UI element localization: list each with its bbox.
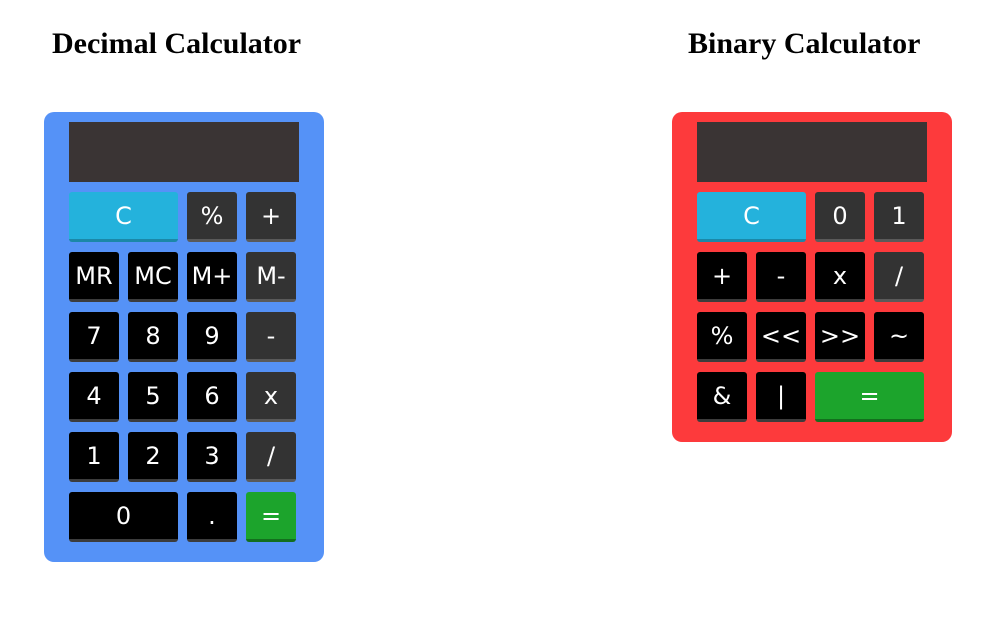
binary-equals-button[interactable]: = <box>815 372 924 422</box>
decimal-point-button[interactable]: . <box>187 492 237 542</box>
decimal-digit-5-button[interactable]: 5 <box>128 372 178 422</box>
decimal-equals-button[interactable]: = <box>246 492 296 542</box>
binary-modulo-button[interactable]: % <box>697 312 747 362</box>
binary-digit-0-button[interactable]: 0 <box>815 192 865 242</box>
bitwise-or-button[interactable]: | <box>756 372 806 422</box>
memory-clear-button[interactable]: MC <box>128 252 178 302</box>
decimal-digit-6-button[interactable]: 6 <box>187 372 237 422</box>
decimal-keypad: C % + MR MC M+ M- 7 8 9 - 4 5 6 x 1 2 3 … <box>69 192 299 552</box>
bitwise-not-button[interactable]: ~ <box>874 312 924 362</box>
binary-calculator-title: Binary Calculator <box>688 27 921 60</box>
decimal-digit-7-button[interactable]: 7 <box>69 312 119 362</box>
decimal-calculator-title: Decimal Calculator <box>52 27 302 60</box>
decimal-digit-4-button[interactable]: 4 <box>69 372 119 422</box>
decimal-percent-button[interactable]: % <box>187 192 237 242</box>
decimal-digit-8-button[interactable]: 8 <box>128 312 178 362</box>
binary-calculator: C 0 1 + - x / % << >> ~ & | = <box>672 112 952 442</box>
binary-minus-button[interactable]: - <box>756 252 806 302</box>
decimal-clear-button[interactable]: C <box>69 192 178 242</box>
decimal-digit-1-button[interactable]: 1 <box>69 432 119 482</box>
decimal-display <box>69 122 299 182</box>
binary-divide-button[interactable]: / <box>874 252 924 302</box>
binary-clear-button[interactable]: C <box>697 192 806 242</box>
shift-left-button[interactable]: << <box>756 312 806 362</box>
decimal-digit-9-button[interactable]: 9 <box>187 312 237 362</box>
decimal-multiply-button[interactable]: x <box>246 372 296 422</box>
memory-add-button[interactable]: M+ <box>187 252 237 302</box>
memory-subtract-button[interactable]: M- <box>246 252 296 302</box>
decimal-calculator: C % + MR MC M+ M- 7 8 9 - 4 5 6 x 1 2 3 … <box>44 112 324 562</box>
bitwise-and-button[interactable]: & <box>697 372 747 422</box>
binary-plus-button[interactable]: + <box>697 252 747 302</box>
binary-keypad: C 0 1 + - x / % << >> ~ & | = <box>697 192 927 432</box>
binary-digit-1-button[interactable]: 1 <box>874 192 924 242</box>
decimal-divide-button[interactable]: / <box>246 432 296 482</box>
shift-right-button[interactable]: >> <box>815 312 865 362</box>
decimal-digit-2-button[interactable]: 2 <box>128 432 178 482</box>
decimal-digit-0-button[interactable]: 0 <box>69 492 178 542</box>
decimal-plus-button[interactable]: + <box>246 192 296 242</box>
binary-display <box>697 122 927 182</box>
binary-multiply-button[interactable]: x <box>815 252 865 302</box>
memory-recall-button[interactable]: MR <box>69 252 119 302</box>
decimal-minus-button[interactable]: - <box>246 312 296 362</box>
decimal-digit-3-button[interactable]: 3 <box>187 432 237 482</box>
